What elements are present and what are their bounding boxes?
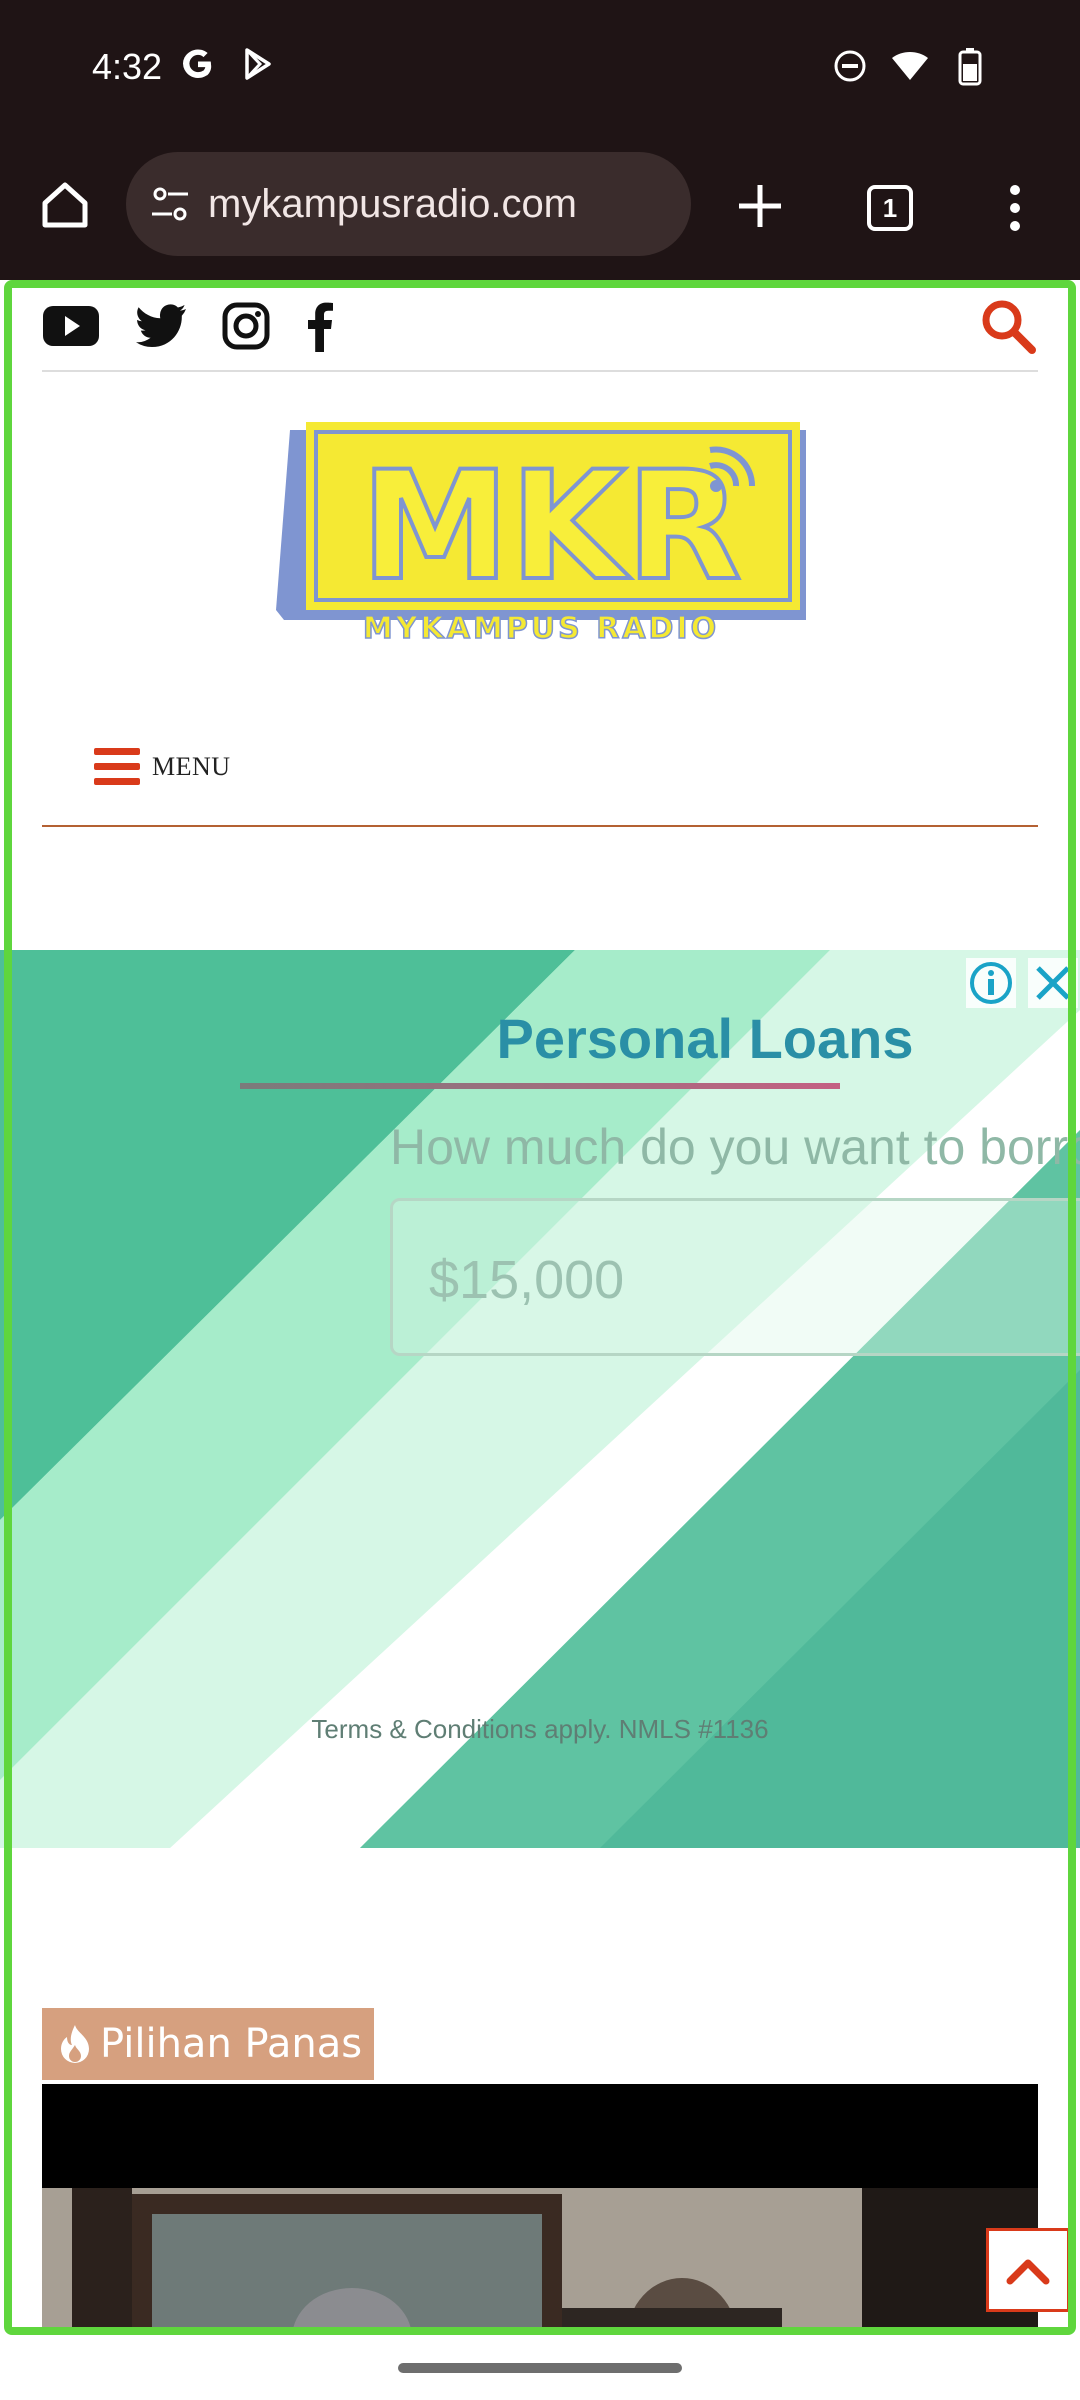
site-settings-button[interactable] [146,180,194,228]
tune-icon [152,187,188,221]
site-logo[interactable]: MKR MYKAMPUS RADIO [276,420,806,650]
home-icon [42,182,88,228]
youtube-icon[interactable] [42,305,100,347]
home-button[interactable] [30,170,100,240]
nav-divider [42,825,1038,827]
home-gesture-handle[interactable] [398,2363,682,2373]
instagram-icon[interactable] [222,302,270,350]
status-bar: 4:32 [0,0,1080,140]
status-left-icons [180,46,276,82]
search-icon [982,300,1036,354]
wifi-icon [892,52,928,80]
address-bar[interactable]: mykampusradio.com [126,152,691,256]
tab-switcher-button[interactable]: 1 [852,170,928,246]
twitter-icon[interactable] [134,303,188,349]
ad-title-underline [240,1083,840,1089]
search-button[interactable] [978,296,1038,356]
loan-amount-input[interactable]: $15,000 [390,1198,1080,1356]
fire-icon [61,2025,89,2063]
google-icon [183,49,212,78]
ad-banner[interactable]: Personal Loans How much do you want to b… [0,950,1080,1848]
browser-toolbar: mykampusradio.com 1 [0,140,1080,280]
play-store-icon [245,48,271,80]
gesture-bar [0,2335,1080,2400]
facebook-icon[interactable] [304,300,334,352]
do-not-disturb-icon [834,50,866,82]
chevron-up-icon [1006,2259,1050,2285]
browser-menu-button[interactable] [990,170,1040,246]
tab-count: 1 [867,185,913,231]
hamburger-icon [94,748,140,785]
status-time: 4:32 [92,46,163,87]
ad-terms: Terms & Conditions apply. NMLS #1136 [311,1714,769,1744]
header-divider [42,370,1038,372]
ad-title: Personal Loans [496,1007,914,1070]
menu-toggle[interactable]: MENU [94,746,231,788]
url-text[interactable]: mykampusradio.com [208,182,577,227]
plus-icon [739,185,781,227]
more-vert-icon [1010,185,1020,231]
ad-info-icon[interactable] [966,958,1016,1008]
loan-amount-value: $15,000 [429,1250,625,1310]
back-to-top-button[interactable] [986,2228,1070,2312]
social-links [42,300,334,352]
hot-picks-label: Pilihan Panas [100,2021,363,2067]
status-right-icons [832,46,988,86]
battery-icon [958,48,982,86]
logo-subtext: MYKAMPUS RADIO [363,611,719,646]
hot-picks-badge: Pilihan Panas [42,2008,374,2080]
new-tab-button[interactable] [722,168,798,244]
menu-label: MENU [152,752,231,781]
ad-close-icon[interactable] [1028,958,1078,1008]
ad-question: How much do you want to borrow? [390,1119,1080,1175]
logo-letters: MKR [360,440,741,614]
